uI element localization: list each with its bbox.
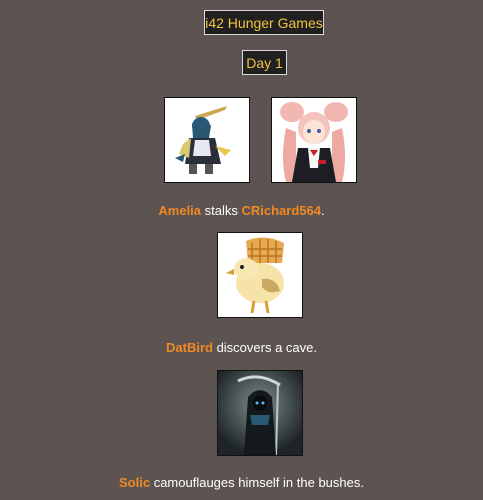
event-action: camouflauges himself in the bushes. <box>150 475 364 490</box>
tribute-name: Solic <box>119 475 151 490</box>
tribute-name: Amelia <box>158 203 202 218</box>
hunger-games-page: i42 Hunger Games Day 1 Amelia stalks CRi… <box>0 0 483 500</box>
game-title: i42 Hunger Games <box>205 14 323 31</box>
event-action: stalks <box>201 203 242 218</box>
bird-with-waffle-avatar-icon <box>218 233 302 317</box>
tribute-avatar-crichard564 <box>271 97 357 183</box>
tribute-name: DatBird <box>166 340 213 355</box>
event-3-text: Solic camouflauges himself in the bushes… <box>0 475 483 490</box>
game-title-box: i42 Hunger Games <box>204 10 324 35</box>
day-label: Day 1 <box>246 54 283 71</box>
tribute-name: CRichard564 <box>241 203 321 218</box>
tribute-avatar-amelia <box>164 97 250 183</box>
event-action: discovers a cave. <box>212 340 317 355</box>
hooded-reaper-avatar-icon <box>218 371 302 455</box>
pink-hair-girl-avatar-icon <box>272 98 356 182</box>
tribute-avatar-solic <box>217 370 303 456</box>
event-2-text: DatBird discovers a cave. <box>0 340 483 355</box>
event-suffix: . <box>320 203 325 218</box>
event-1-text: Amelia stalks CRichard564. <box>0 203 483 218</box>
tribute-avatar-datbird <box>217 232 303 318</box>
day-label-box: Day 1 <box>242 50 287 75</box>
armored-knight-avatar-icon <box>165 98 249 182</box>
